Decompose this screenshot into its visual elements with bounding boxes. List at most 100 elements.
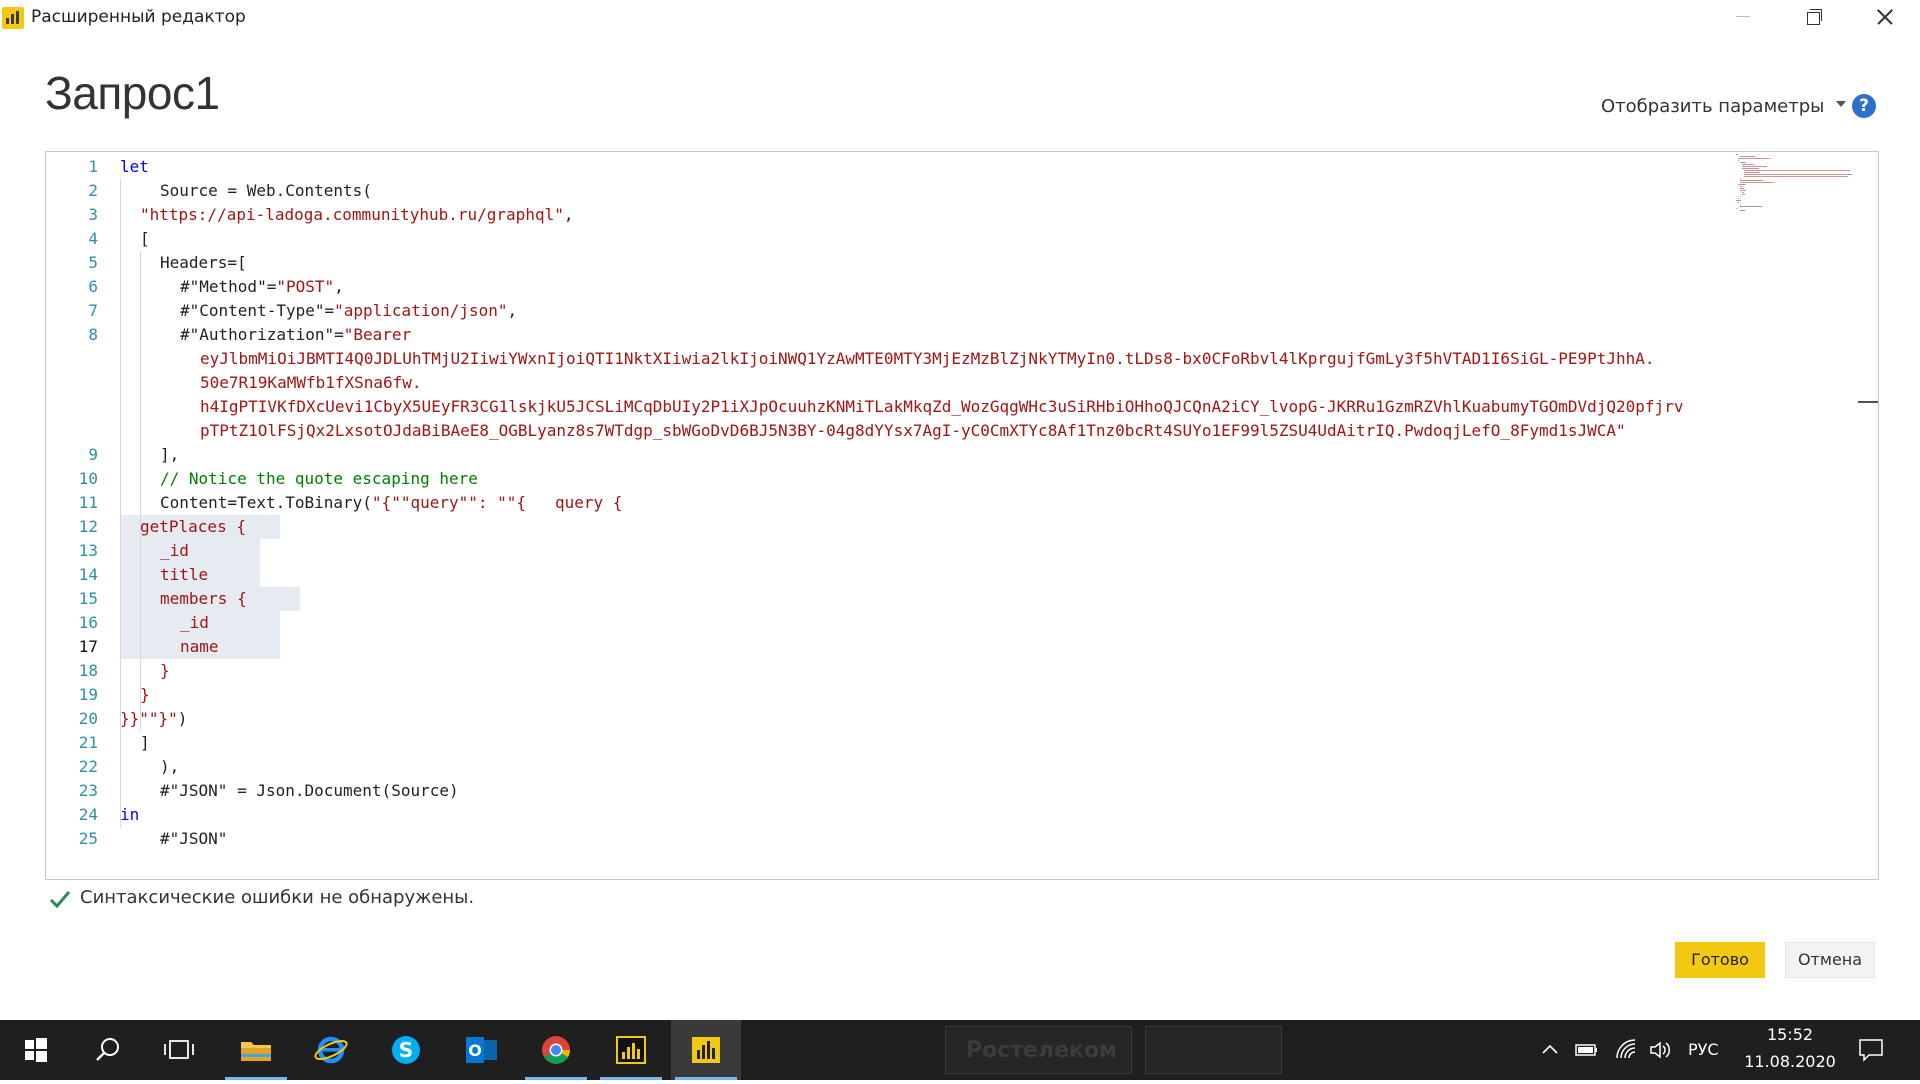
code-line[interactable]: Content=Text.ToBinary("{""query"": ""{ q…	[160, 491, 622, 515]
windows-start-icon[interactable]	[0, 1020, 70, 1080]
minimap-line	[1744, 174, 1852, 175]
code-token: #"Content-Type"=	[180, 301, 335, 320]
input-language-indicator[interactable]: РУС	[1688, 1040, 1719, 1059]
code-line[interactable]: Source = Web.Contents(	[160, 179, 372, 203]
power-bi-icon	[2, 7, 24, 29]
code-line[interactable]: #"Content-Type"="application/json",	[180, 299, 517, 323]
line-number: 11	[78, 493, 98, 512]
code-line[interactable]: ]	[140, 731, 150, 755]
code-line[interactable]: _id	[180, 611, 209, 635]
code-line[interactable]: let	[120, 155, 149, 179]
line-number: 9	[88, 445, 98, 464]
code-token: name	[180, 637, 219, 656]
code-token: ),	[160, 757, 180, 776]
line-number: 13	[78, 541, 98, 560]
minimap-line	[1738, 184, 1746, 185]
code-token: Content=Text.ToBinary(	[160, 493, 372, 512]
code-editor[interactable]: 1 2 3 4 5 6 7 8 9 10 11 12 13 14 15 16 17 18 19 20 21 22 23 24 2…	[45, 151, 1879, 880]
speaker-icon[interactable]	[1648, 1038, 1672, 1062]
code-line[interactable]: Headers=[	[160, 251, 247, 275]
task-view-icon[interactable]	[144, 1020, 214, 1080]
code-minimap[interactable]	[1736, 154, 1866, 214]
code-token: h4IgPTIVKfDXcUevi1CbyX5UEyFR3CG1lskjkU5J…	[200, 397, 1684, 416]
code-token: in	[120, 805, 140, 824]
window-title: Расширенный редактор	[31, 7, 246, 27]
code-line[interactable]: name	[180, 635, 219, 659]
code-line[interactable]: #"Method"="POST",	[180, 275, 344, 299]
code-line[interactable]: h4IgPTIVKfDXcUevi1CbyX5UEyFR3CG1lskjkU5J…	[200, 395, 1683, 419]
code-line[interactable]: title	[160, 563, 208, 587]
code-line[interactable]: }}""}")	[120, 707, 187, 731]
help-icon[interactable]: ?	[1852, 94, 1876, 118]
code-line[interactable]: in	[120, 803, 139, 827]
done-button[interactable]: Готово	[1675, 942, 1765, 978]
code-line[interactable]: [	[140, 227, 150, 251]
line-number: 12	[78, 517, 98, 536]
code-token: _id	[160, 541, 189, 560]
minimap-line	[1736, 154, 1739, 155]
code-token: }	[160, 661, 170, 680]
wifi-icon[interactable]	[1614, 1038, 1638, 1062]
line-number: 16	[78, 613, 98, 632]
internet-explorer-icon[interactable]	[296, 1020, 366, 1080]
file-explorer-icon[interactable]	[221, 1020, 291, 1080]
code-line[interactable]: ),	[160, 755, 179, 779]
code-line[interactable]: ],	[160, 443, 179, 467]
code-line[interactable]: #"JSON" = Json.Document(Source)	[160, 779, 459, 803]
minimap-line	[1742, 192, 1745, 193]
code-line[interactable]: // Notice the quote escaping here	[160, 467, 478, 491]
line-number: 21	[78, 733, 98, 752]
minimap-line	[1740, 196, 1741, 197]
clock-date[interactable]: 11.08.2020	[1742, 1052, 1838, 1071]
code-token: #"JSON"	[160, 829, 228, 848]
code-line[interactable]: #"JSON"	[160, 827, 227, 851]
title-bar: Расширенный редактор	[0, 0, 1920, 36]
cancel-button[interactable]: Отмена	[1785, 942, 1875, 978]
power-bi-icon[interactable]	[596, 1020, 666, 1080]
close-button[interactable]	[1860, 0, 1906, 34]
code-line[interactable]: }	[160, 659, 170, 683]
notifications-icon[interactable]	[1858, 1038, 1884, 1062]
code-token: // Notice the quote escaping here	[160, 469, 478, 488]
power-bi-icon[interactable]	[671, 1020, 741, 1080]
skype-icon[interactable]: S	[371, 1020, 441, 1080]
restore-button[interactable]	[1790, 0, 1836, 34]
minimap-line	[1740, 156, 1756, 157]
line-number: 25	[78, 829, 98, 848]
minimap-line	[1738, 158, 1770, 159]
clock-time[interactable]: 15:52	[1760, 1025, 1820, 1044]
code-token: ,	[563, 205, 574, 224]
code-token: }}""}"	[120, 709, 178, 728]
line-number: 20	[78, 709, 98, 728]
line-number: 3	[88, 205, 98, 224]
code-line[interactable]: getPlaces {	[140, 515, 246, 539]
search-icon[interactable]	[72, 1020, 142, 1080]
code-line[interactable]: }	[140, 683, 150, 707]
minimap-line	[1736, 208, 1738, 209]
line-number: 1	[88, 157, 98, 176]
battery-icon[interactable]	[1574, 1040, 1600, 1060]
minimap-line	[1740, 180, 1764, 181]
display-options-dropdown[interactable]: Отобразить параметры	[1601, 96, 1847, 117]
code-line[interactable]: members {	[160, 587, 247, 611]
taskbar: S O Ростелеком РУС 15:52 11.08.2020	[0, 1020, 1920, 1080]
minimap-line	[1736, 200, 1741, 201]
code-line[interactable]: _id	[160, 539, 189, 563]
code-line[interactable]: pTPtZ1OlFSjQx2LxsotOJdaBiBAeE8_OGBLyanz8…	[200, 419, 1626, 443]
code-line[interactable]: "https://api-ladoga.communityhub.ru/grap…	[140, 203, 573, 227]
code-token: title	[160, 565, 209, 584]
code-line[interactable]: #"Authorization"="Bearer	[180, 323, 411, 347]
chrome-icon[interactable]	[521, 1020, 591, 1080]
outlook-icon[interactable]: O	[446, 1020, 516, 1080]
code-token: ]	[140, 733, 150, 752]
code-line[interactable]: eyJlbmMiOiJBMTI4Q0JDLUhTMjU2IiwiYWxnIjoi…	[200, 347, 1655, 371]
chevron-up-icon[interactable]	[1540, 1040, 1560, 1060]
minimap-line	[1738, 198, 1739, 199]
code-token: [	[140, 229, 150, 248]
minimize-button[interactable]	[1720, 0, 1766, 34]
taskbar-background-label: Ростелеком	[966, 1038, 1118, 1063]
scrollbar-position-marker[interactable]	[1858, 401, 1878, 403]
line-number: 8	[88, 325, 98, 344]
code-token: let	[120, 157, 149, 176]
code-line[interactable]: 50e7R19KaMWfb1fXSna6fw.	[200, 371, 422, 395]
